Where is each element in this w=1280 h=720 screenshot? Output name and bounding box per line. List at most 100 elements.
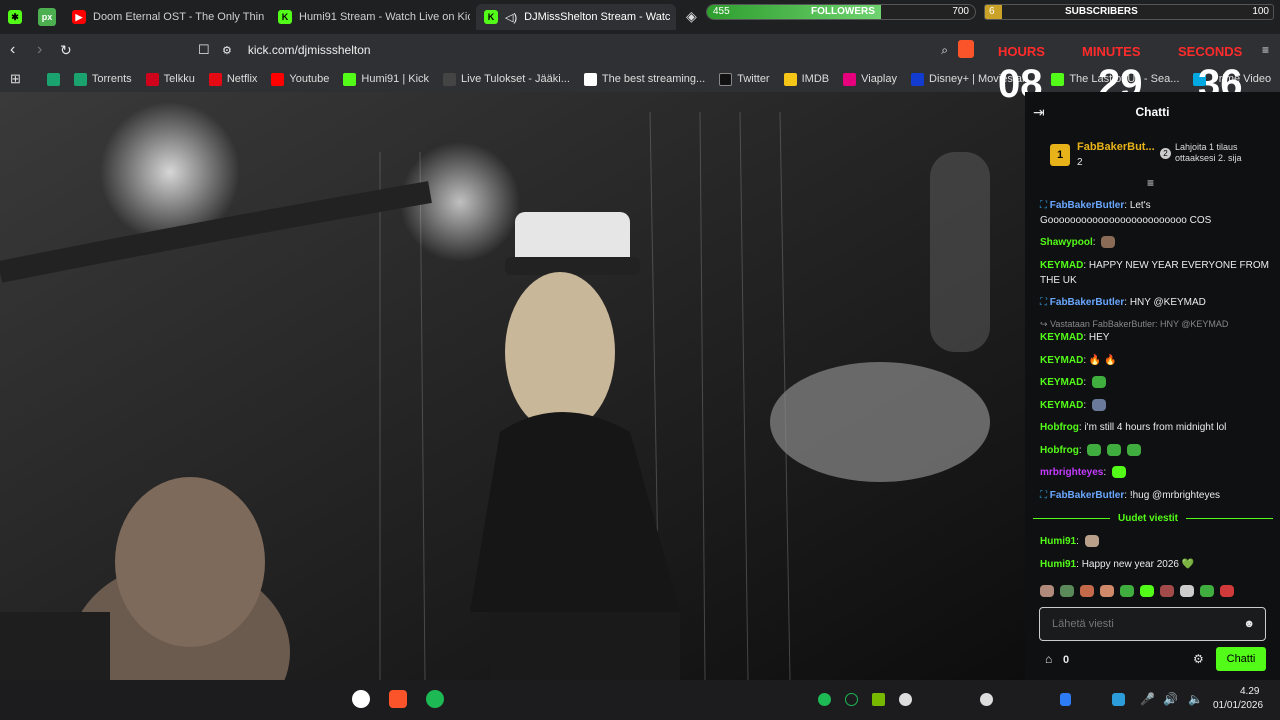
clock-time[interactable]: 4.29 xyxy=(1240,686,1259,697)
chat-username[interactable]: Humi91 xyxy=(1040,536,1076,547)
bookmark-humi91-kick[interactable]: Humi91 | Kick xyxy=(343,72,429,86)
bookmark-netflix[interactable]: Netflix xyxy=(208,72,257,86)
volume-icon[interactable]: 🔊 xyxy=(1163,692,1178,706)
quick-emote-icon[interactable] xyxy=(1060,585,1074,597)
leader-name[interactable]: FabBakerBut... xyxy=(1077,140,1155,155)
subscribers-goal-bar: 6 SUBSCRIBERS 100 xyxy=(984,4,1274,20)
forward-icon[interactable]: › xyxy=(37,41,42,59)
chat-settings-icon[interactable]: ⚙ xyxy=(1193,652,1204,667)
windows-taskbar xyxy=(0,680,1280,720)
chat-username[interactable]: Humi91 xyxy=(1040,559,1076,570)
bookmark-streaming[interactable]: The best streaming... xyxy=(583,72,705,86)
tray-app-icon[interactable] xyxy=(845,693,858,706)
brave-icon[interactable] xyxy=(389,690,407,708)
chat-username[interactable]: KEYMAD xyxy=(1040,355,1083,366)
site-info-icon[interactable]: ⚙ xyxy=(222,44,232,57)
tray-security-icon[interactable] xyxy=(1112,693,1125,706)
stream-video-player[interactable] xyxy=(0,92,1025,680)
clock-date[interactable]: 01/01/2026 xyxy=(1213,700,1263,711)
bookmark-favicon xyxy=(719,72,733,86)
tray-nvidia-icon[interactable] xyxy=(872,693,885,706)
chat-message: KEYMAD: 🔥 🔥 xyxy=(1040,355,1117,366)
bookmark-favicon xyxy=(1051,72,1065,86)
extensions-icon[interactable]: ≡ xyxy=(1262,43,1269,57)
chat-username[interactable]: KEYMAD xyxy=(1040,332,1083,343)
back-icon[interactable]: ‹ xyxy=(10,41,15,59)
quick-emote-icon[interactable] xyxy=(1120,585,1134,597)
emoji-picker-icon[interactable]: ☻ xyxy=(1243,617,1255,632)
bookmark-twitter[interactable]: Twitter xyxy=(719,72,770,86)
chat-username[interactable]: Hobfrog xyxy=(1040,445,1079,456)
reload-icon[interactable]: ↻ xyxy=(60,42,72,59)
tray-spotify-icon[interactable] xyxy=(818,693,831,706)
zoom-icon[interactable]: ⌕ xyxy=(941,43,948,58)
chat-username[interactable]: FabBakerButler xyxy=(1050,297,1124,308)
chat-message: ⛶ FabBakerButler: HNY @KEYMAD xyxy=(1040,297,1206,308)
pinned-toggle-icon[interactable]: ≡ xyxy=(1147,176,1154,191)
quick-emote-icon[interactable] xyxy=(1220,585,1234,597)
bookmark-green[interactable] xyxy=(46,72,60,86)
emote-icon xyxy=(1091,399,1106,412)
bookmark-icon[interactable]: ☐ xyxy=(198,42,210,58)
bookmark-torrents[interactable]: Torrents xyxy=(73,72,132,86)
emote-quickbar xyxy=(1040,585,1275,601)
quick-emote-icon[interactable] xyxy=(1080,585,1094,597)
bookmark-label: Viaplay xyxy=(861,73,897,85)
new-tab-button[interactable]: ◈ xyxy=(686,8,697,25)
chat-username[interactable]: KEYMAD xyxy=(1040,260,1083,271)
tab-doom-eternal[interactable]: ▶ Doom Eternal OST - The Only Thing xyxy=(64,4,264,30)
bookmark-favicon xyxy=(583,72,597,86)
rank-badge: 1 xyxy=(1050,144,1070,166)
chat-username[interactable]: Shawypool xyxy=(1040,237,1093,248)
bookmark-live-tulokset[interactable]: Live Tulokset - Jääki... xyxy=(443,72,570,86)
chat-username[interactable]: FabBakerButler xyxy=(1050,490,1124,501)
chat-message: Humi91: xyxy=(1040,534,1275,549)
quick-emote-icon[interactable] xyxy=(1160,585,1174,597)
chat-input[interactable] xyxy=(1052,616,1232,632)
quick-emote-icon[interactable] xyxy=(1200,585,1214,597)
tray-bluetooth-icon[interactable] xyxy=(1060,693,1071,706)
bookmark-label: Twitter xyxy=(737,73,770,85)
chat-input-box[interactable]: ☻ xyxy=(1039,607,1266,641)
countdown-seconds-label: SECONDS xyxy=(1178,44,1243,59)
xbox-icon[interactable] xyxy=(352,690,370,708)
bookmark-viaplay[interactable]: Viaplay xyxy=(843,72,897,86)
tray-steam-icon[interactable] xyxy=(980,693,993,706)
microphone-icon[interactable]: 🎤 xyxy=(1140,692,1155,706)
quick-emote-icon[interactable] xyxy=(1040,585,1054,597)
apps-grid-icon[interactable]: ⊞ xyxy=(10,71,21,87)
quick-emote-icon[interactable] xyxy=(1180,585,1194,597)
chat-username[interactable]: Hobfrog xyxy=(1040,422,1079,433)
chat-message: Shawypool: xyxy=(1040,235,1275,250)
bookmark-telkku[interactable]: Telkku xyxy=(145,72,195,86)
brave-shield-icon[interactable] xyxy=(958,40,974,58)
tray-cloud-icon[interactable] xyxy=(899,693,912,706)
emote-icon xyxy=(1087,444,1102,457)
pinned-tab-icon[interactable]: px xyxy=(38,8,56,26)
bookmark-imdb[interactable]: IMDB xyxy=(783,72,830,86)
new-messages-label[interactable]: Uudet viestit xyxy=(1110,511,1187,526)
tab-humi91[interactable]: K Humi91 Stream - Watch Live on Kick xyxy=(270,4,470,30)
address-bar[interactable]: ⚙ kick.com/djmissshelton ⌕ ⇗ xyxy=(222,38,982,62)
subscribers-label: SUBSCRIBERS xyxy=(1065,6,1138,17)
reply-text: Vastataan FabBakerButler: HNY @KEYMAD xyxy=(1050,319,1229,329)
quick-emote-icon[interactable] xyxy=(1140,585,1154,597)
send-chat-button[interactable]: Chatti xyxy=(1216,647,1266,671)
verified-icon: ⛶ xyxy=(1040,490,1047,501)
chat-username[interactable]: KEYMAD xyxy=(1040,377,1083,388)
bookmark-favicon xyxy=(46,72,60,86)
chat-username[interactable]: FabBakerButler xyxy=(1050,200,1124,211)
bookmark-label: IMDB xyxy=(801,73,830,85)
quick-emote-icon[interactable] xyxy=(1100,585,1114,597)
bookmark-label: Telkku xyxy=(163,73,195,85)
points-value: 0 xyxy=(1063,654,1070,666)
tab-djmissshelton[interactable]: K ◁) DJMissShelton Stream - Watc ✕ xyxy=(476,4,676,30)
bookmark-youtube[interactable]: Youtube xyxy=(271,72,329,86)
network-icon[interactable]: 🔈 xyxy=(1188,692,1203,706)
points-icon[interactable]: ⌂ xyxy=(1045,652,1052,667)
chat-text: 🔥 🔥 xyxy=(1088,355,1117,366)
app-menu-icon[interactable]: ✱ xyxy=(8,10,22,24)
chat-username[interactable]: mrbrighteyes xyxy=(1040,467,1103,478)
spotify-icon[interactable] xyxy=(426,690,444,708)
chat-username[interactable]: KEYMAD xyxy=(1040,400,1083,411)
